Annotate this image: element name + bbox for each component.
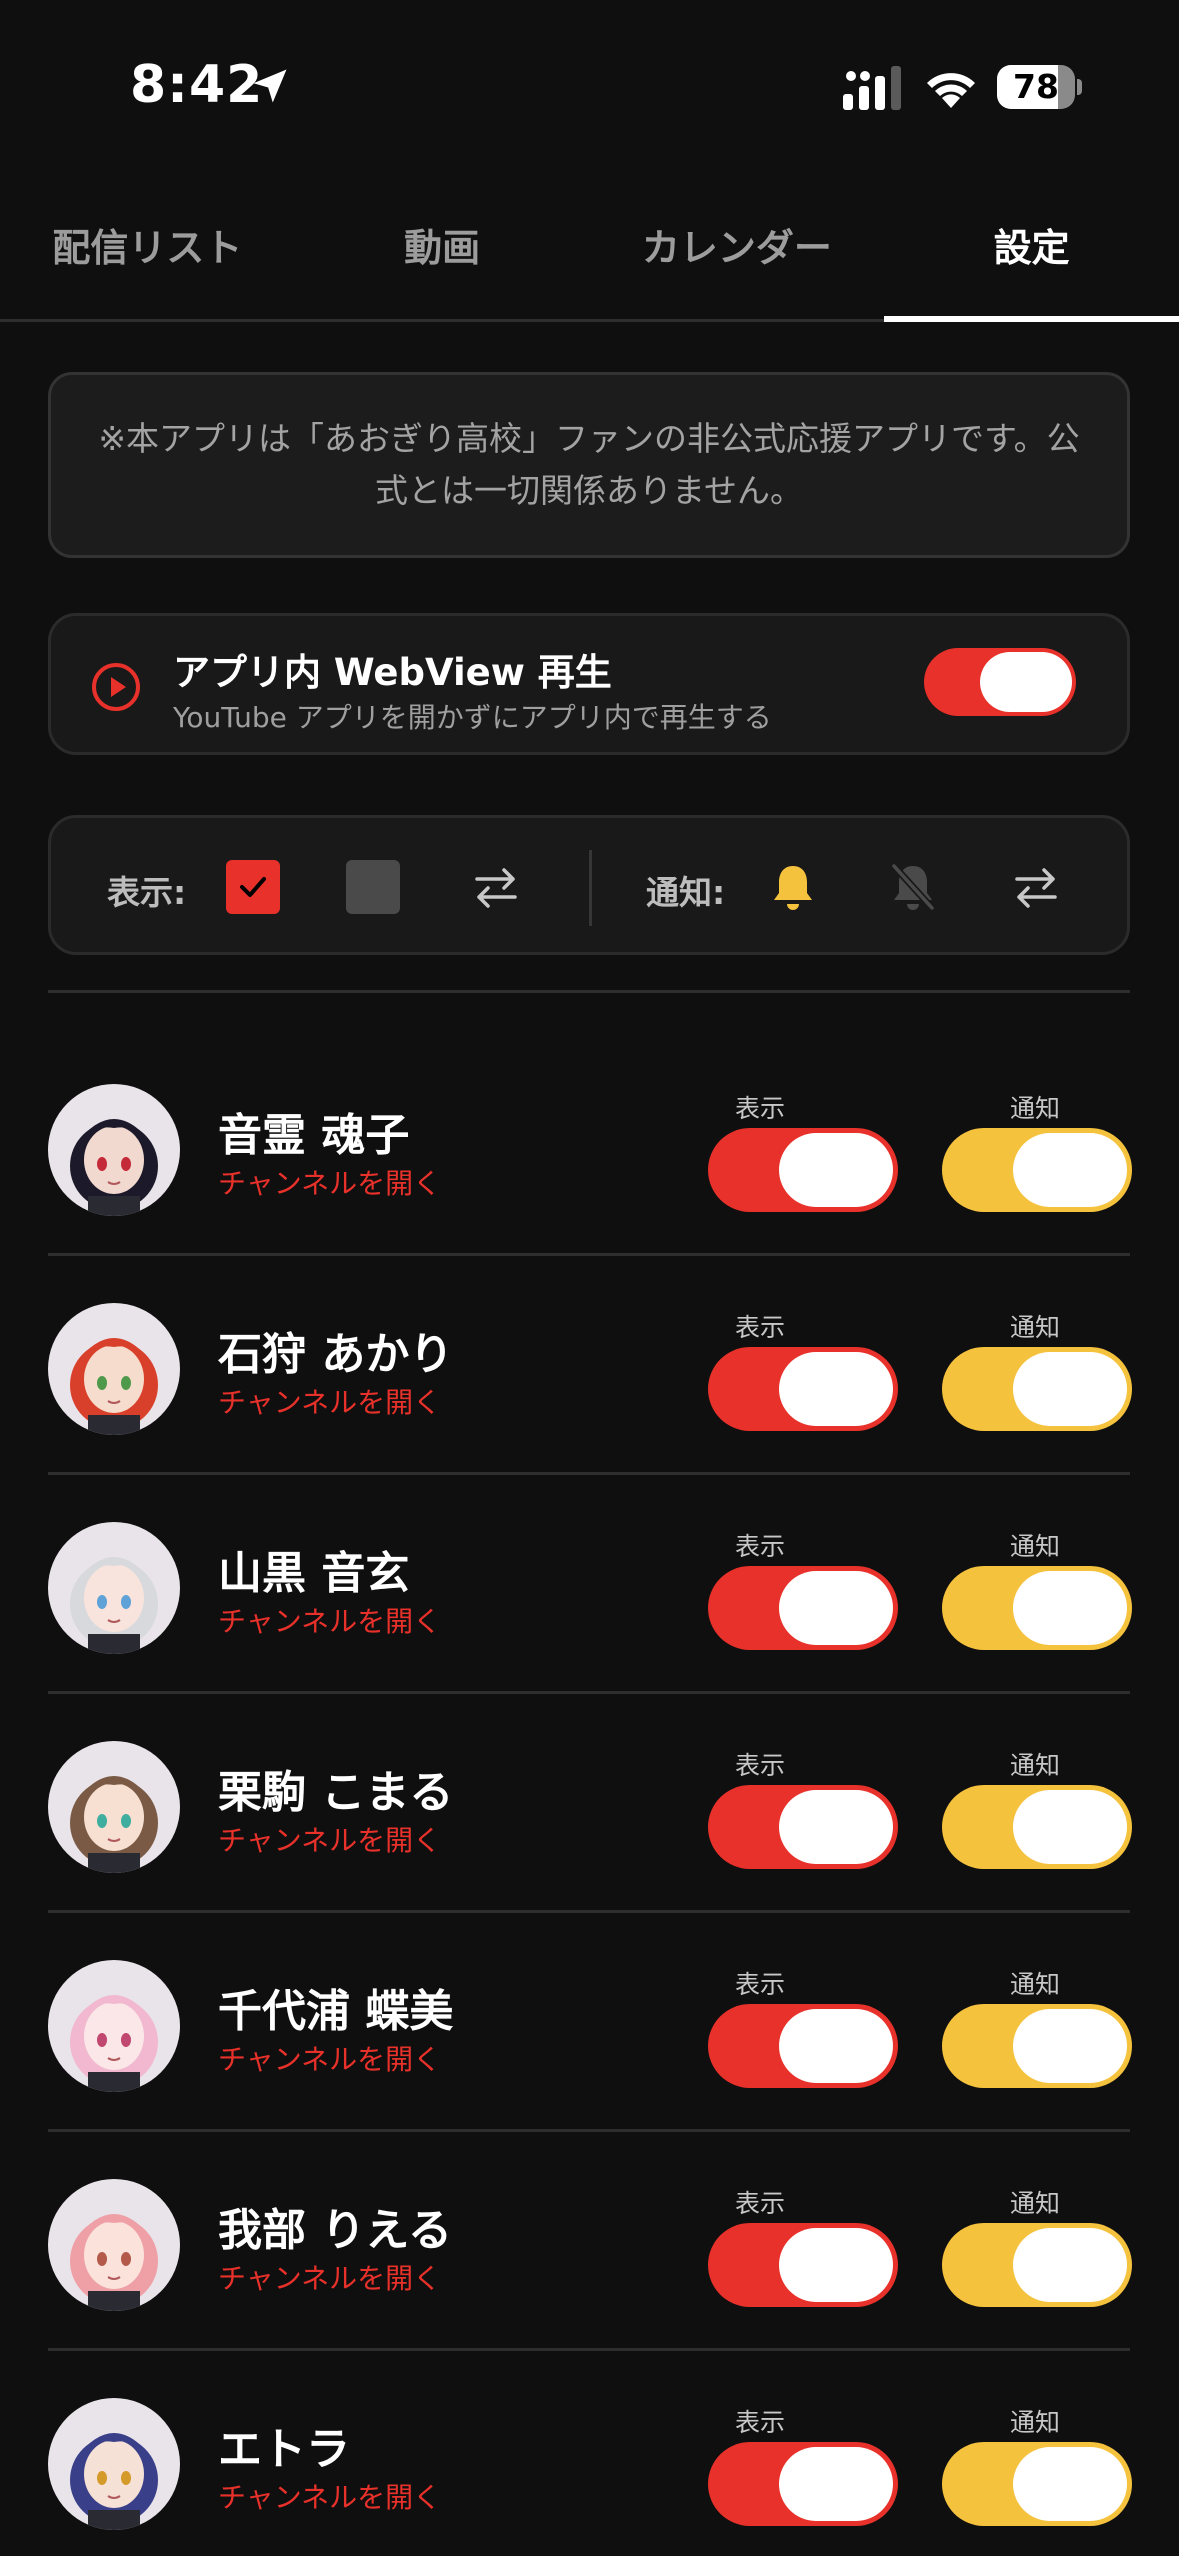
- talent-row: 千代浦 蝶美 チャンネルを開く 表示 通知: [48, 1913, 1132, 2132]
- talent-avatar: [48, 1522, 180, 1654]
- notify-column-label: 通知: [1009, 1751, 1060, 1780]
- display-all-checkbox[interactable]: [226, 860, 280, 914]
- display-toggle[interactable]: [708, 2223, 898, 2307]
- display-column-label: 表示: [734, 1970, 785, 1999]
- bell-on-icon[interactable]: [766, 860, 820, 914]
- display-invert-icon[interactable]: [469, 860, 523, 914]
- talent-avatar: [48, 2398, 180, 2530]
- notify-toggle[interactable]: [942, 2442, 1132, 2526]
- cellular-signal-icon: [843, 66, 901, 110]
- notify-column-label: 通知: [1009, 2189, 1060, 2218]
- webview-title: アプリ内 WebView 再生: [173, 651, 612, 694]
- open-channel-link[interactable]: チャンネルを開く: [218, 1819, 441, 1859]
- status-time: 8:42: [130, 55, 264, 115]
- webview-toggle[interactable]: [924, 648, 1076, 716]
- talent-row: 山黒 音玄 チャンネルを開く 表示 通知: [48, 1475, 1132, 1694]
- talent-name: 千代浦 蝶美: [218, 1986, 454, 2037]
- play-circle-icon: [92, 663, 140, 711]
- wifi-icon: [927, 73, 975, 108]
- webview-setting-card: アプリ内 WebView 再生 YouTube アプリを開かずにアプリ内で再生す…: [48, 613, 1130, 755]
- display-column-label: 表示: [734, 2408, 785, 2437]
- notify-toggle[interactable]: [942, 1785, 1132, 1869]
- talent-list: 音霊 魂子 チャンネルを開く 表示 通知 石狩 あかり チャンネルを開く 表示 …: [48, 1037, 1132, 2556]
- display-column-label: 表示: [734, 1751, 785, 1780]
- check-icon: [240, 877, 266, 897]
- talent-avatar: [48, 1303, 180, 1435]
- display-column-label: 表示: [734, 1094, 785, 1123]
- display-filter-label: 表示:: [107, 873, 187, 912]
- display-column-label: 表示: [734, 1532, 785, 1561]
- talent-avatar: [48, 1084, 180, 1216]
- talent-name: 栗駒 こまる: [218, 1767, 454, 1818]
- filter-divider: [589, 850, 592, 926]
- open-channel-link[interactable]: チャンネルを開く: [218, 2257, 441, 2297]
- talent-row: 音霊 魂子 チャンネルを開く 表示 通知: [48, 1037, 1132, 1256]
- talent-avatar: [48, 2179, 180, 2311]
- location-arrow-icon: [253, 69, 287, 103]
- filter-bar: 表示: 通知:: [48, 815, 1130, 955]
- talent-avatar: [48, 1960, 180, 2092]
- display-toggle[interactable]: [708, 2004, 898, 2088]
- display-toggle[interactable]: [708, 1347, 898, 1431]
- display-none-checkbox[interactable]: [346, 860, 400, 914]
- talent-name: エトラ: [218, 2424, 350, 2475]
- tab-bar: 配信リスト 動画 カレンダー 設定: [0, 170, 1179, 322]
- tab-calendar[interactable]: カレンダー: [590, 170, 885, 319]
- bell-off-icon[interactable]: [886, 860, 940, 914]
- notify-toggle[interactable]: [942, 2004, 1132, 2088]
- notify-column-label: 通知: [1009, 1532, 1060, 1561]
- notify-filter-label: 通知:: [646, 873, 726, 912]
- talent-row: 石狩 あかり チャンネルを開く 表示 通知: [48, 1256, 1132, 1475]
- battery-percent: 78: [1013, 67, 1059, 106]
- open-channel-link[interactable]: チャンネルを開く: [218, 2476, 441, 2516]
- talent-row: 栗駒 こまる チャンネルを開く 表示 通知: [48, 1694, 1132, 1913]
- notify-invert-icon[interactable]: [1009, 860, 1063, 914]
- talent-row: 我部 りえる チャンネルを開く 表示 通知: [48, 2132, 1132, 2351]
- notify-column-label: 通知: [1009, 2408, 1060, 2437]
- webview-subtitle: YouTube アプリを開かずにアプリ内で再生する: [173, 701, 772, 734]
- open-channel-link[interactable]: チャンネルを開く: [218, 1162, 441, 1202]
- talent-avatar: [48, 1741, 180, 1873]
- talent-row: エトラ チャンネルを開く 表示 通知: [48, 2351, 1132, 2556]
- notify-toggle[interactable]: [942, 2223, 1132, 2307]
- notify-toggle[interactable]: [942, 1128, 1132, 1212]
- notify-column-label: 通知: [1009, 1094, 1060, 1123]
- tab-videos[interactable]: 動画: [295, 170, 590, 319]
- notify-toggle[interactable]: [942, 1347, 1132, 1431]
- talent-name: 我部 りえる: [218, 2205, 452, 2256]
- notify-column-label: 通知: [1009, 1313, 1060, 1342]
- status-bar: 8:42 78: [0, 0, 1179, 170]
- open-channel-link[interactable]: チャンネルを開く: [218, 1381, 441, 1421]
- talent-name: 音霊 魂子: [218, 1110, 410, 1161]
- notify-toggle[interactable]: [942, 1566, 1132, 1650]
- display-column-label: 表示: [734, 2189, 785, 2218]
- display-column-label: 表示: [734, 1313, 785, 1342]
- disclaimer-notice: ※本アプリは「あおぎり高校」ファンの非公式応援アプリです。公式とは一切関係ありま…: [48, 372, 1130, 558]
- display-toggle[interactable]: [708, 2442, 898, 2526]
- notify-column-label: 通知: [1009, 1970, 1060, 1999]
- display-toggle[interactable]: [708, 1128, 898, 1212]
- display-toggle[interactable]: [708, 1566, 898, 1650]
- talent-name: 山黒 音玄: [218, 1548, 410, 1599]
- display-toggle[interactable]: [708, 1785, 898, 1869]
- tab-settings[interactable]: 設定: [884, 170, 1179, 322]
- battery-indicator: 78: [997, 65, 1082, 109]
- open-channel-link[interactable]: チャンネルを開く: [218, 1600, 441, 1640]
- talent-name: 石狩 あかり: [218, 1329, 454, 1380]
- tab-stream-list[interactable]: 配信リスト: [0, 170, 295, 319]
- section-divider: [48, 990, 1130, 993]
- open-channel-link[interactable]: チャンネルを開く: [218, 2038, 441, 2078]
